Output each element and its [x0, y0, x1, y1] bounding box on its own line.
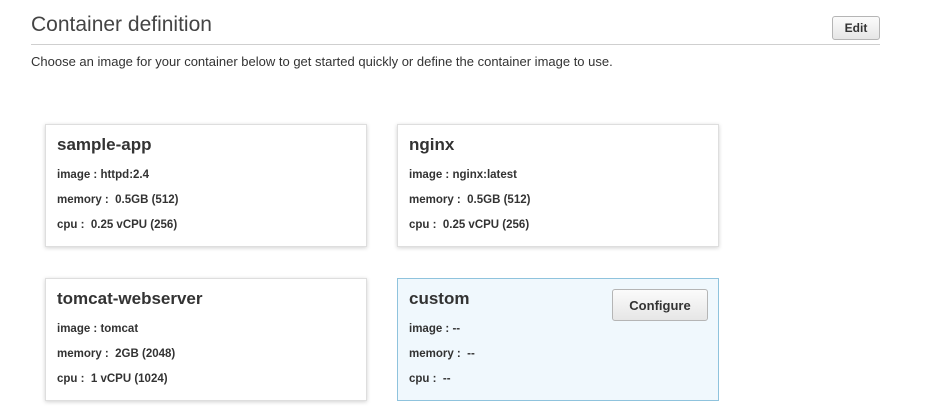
container-cpu: cpu : 0.25 vCPU (256): [409, 219, 530, 231]
section-description: Choose an image for your container below…: [31, 54, 613, 69]
container-memory: memory : 0.5GB (512): [57, 194, 179, 206]
container-card-custom[interactable]: custom Configure image : -- memory : -- …: [397, 278, 719, 401]
container-name: sample-app: [57, 135, 152, 154]
container-image: image : nginx:latest: [409, 169, 517, 181]
container-card-sample-app[interactable]: sample-app image : httpd:2.4 memory : 0.…: [45, 124, 367, 247]
container-card-nginx[interactable]: nginx image : nginx:latest memory : 0.5G…: [397, 124, 719, 247]
container-memory: memory : 2GB (2048): [57, 348, 176, 360]
configure-button[interactable]: Configure: [612, 289, 708, 321]
container-memory: memory : --: [409, 348, 475, 360]
container-memory: memory : 0.5GB (512): [409, 194, 531, 206]
container-name: nginx: [409, 135, 455, 154]
container-image: image : tomcat: [57, 323, 139, 335]
page-title: Container definition: [31, 13, 212, 36]
title-divider: [31, 44, 880, 45]
container-cpu: cpu : 1 vCPU (1024): [57, 373, 168, 385]
container-card-tomcat-webserver[interactable]: tomcat-webserver image : tomcat memory :…: [45, 278, 367, 401]
edit-button[interactable]: Edit: [832, 16, 880, 40]
container-name: custom: [409, 289, 470, 308]
container-name: tomcat-webserver: [57, 289, 203, 308]
container-image: image : httpd:2.4: [57, 169, 150, 181]
container-cpu: cpu : --: [409, 373, 451, 385]
container-cpu: cpu : 0.25 vCPU (256): [57, 219, 178, 231]
container-image: image : --: [409, 323, 461, 335]
